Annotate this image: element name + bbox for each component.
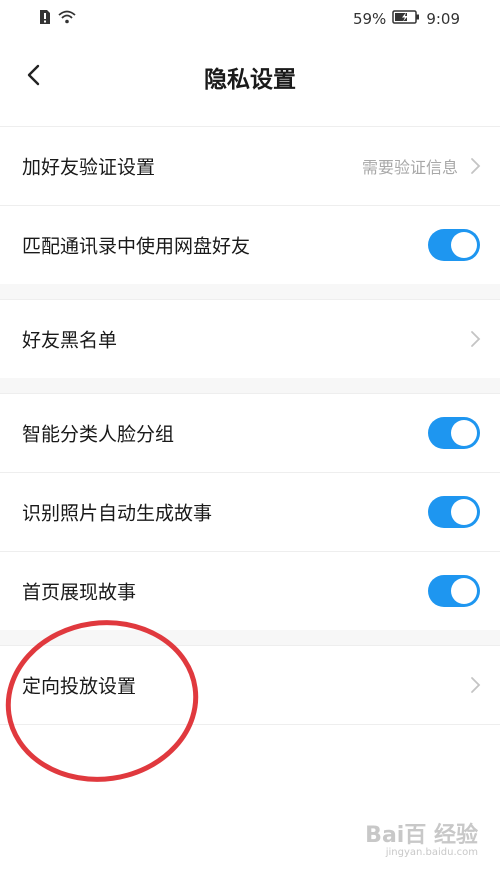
battery-charging-icon xyxy=(392,10,420,28)
divider xyxy=(0,724,500,725)
setting-value: 需要验证信息 xyxy=(361,158,458,177)
face-grouping-setting: 智能分类人脸分组 xyxy=(0,394,500,472)
setting-label: 好友黑名单 xyxy=(22,329,118,352)
setting-label: 加好友验证设置 xyxy=(22,156,156,179)
battery-percent: 59% xyxy=(352,10,387,28)
contacts-match-toggle[interactable] xyxy=(428,229,480,261)
homepage-story-toggle[interactable] xyxy=(428,575,480,607)
watermark-url: jingyan.baidu.com xyxy=(385,847,478,858)
toggle-knob xyxy=(451,232,477,258)
setting-label: 首页展现故事 xyxy=(22,581,137,604)
chevron-right-icon xyxy=(471,158,481,174)
setting-label: 识别照片自动生成故事 xyxy=(22,502,213,525)
auto-story-toggle[interactable] xyxy=(428,496,480,528)
friend-blacklist-setting[interactable]: 好友黑名单 xyxy=(0,300,500,378)
toggle-knob xyxy=(451,578,477,604)
chevron-right-icon xyxy=(471,331,481,347)
friend-verification-setting[interactable]: 加好友验证设置 需要验证信息 xyxy=(0,127,500,205)
contacts-match-setting: 匹配通讯录中使用网盘好友 xyxy=(0,206,500,284)
page-title: 隐私设置 xyxy=(204,67,296,93)
clock: 9:09 xyxy=(426,10,460,28)
setting-label: 定向投放设置 xyxy=(22,675,137,698)
face-grouping-toggle[interactable] xyxy=(428,417,480,449)
status-bar: 59% 9:09 xyxy=(0,0,500,40)
section-gap xyxy=(0,378,500,394)
setting-label: 智能分类人脸分组 xyxy=(22,423,175,446)
targeted-ads-setting[interactable]: 定向投放设置 xyxy=(0,646,500,724)
homepage-story-setting: 首页展现故事 xyxy=(0,552,500,630)
auto-story-setting: 识别照片自动生成故事 xyxy=(0,473,500,551)
section-gap xyxy=(0,630,500,646)
watermark-brand: Bai百 经验 xyxy=(365,823,478,848)
section-gap xyxy=(0,284,500,300)
setting-label: 匹配通讯录中使用网盘好友 xyxy=(22,235,251,258)
app-bar: 隐私设置 xyxy=(0,40,500,110)
wifi-icon xyxy=(58,10,76,28)
chevron-right-icon xyxy=(471,677,481,693)
toggle-knob xyxy=(451,499,477,525)
sim-alert-icon xyxy=(38,9,52,29)
toggle-knob xyxy=(451,420,477,446)
baidu-watermark: Bai百 经验 jingyan.baidu.com xyxy=(365,817,478,858)
